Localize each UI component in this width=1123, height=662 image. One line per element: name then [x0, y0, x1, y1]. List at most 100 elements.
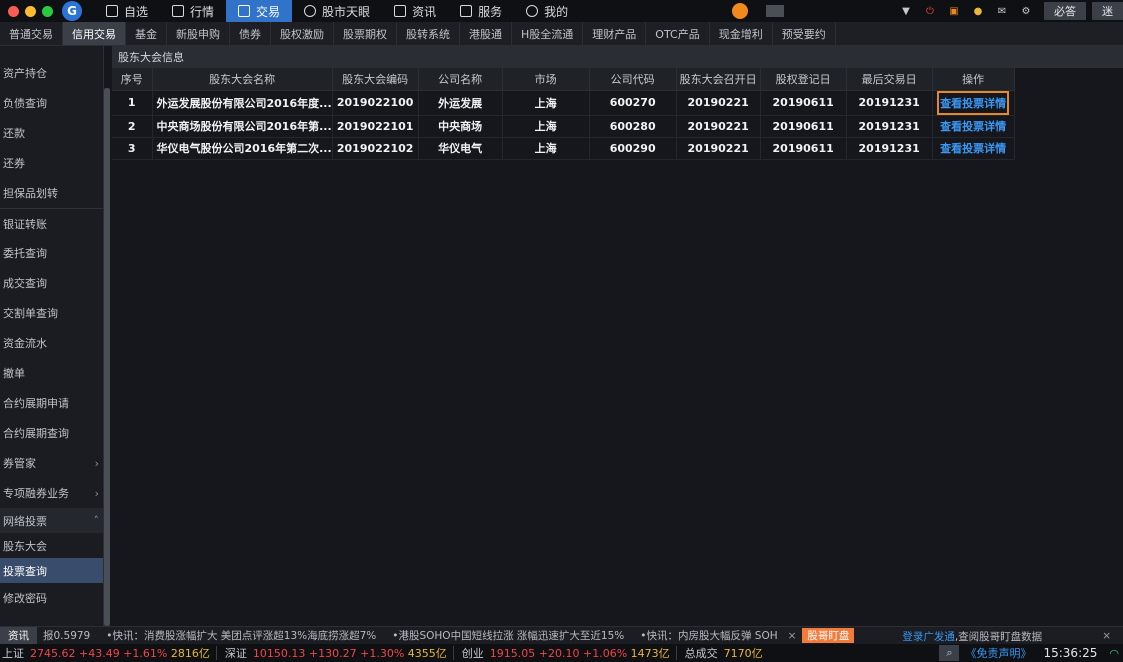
chevron-down-icon[interactable]: ▼: [899, 4, 913, 18]
cell-meeting-code: 2019022102: [332, 137, 419, 160]
tab-fund[interactable]: 基金: [126, 22, 167, 45]
tab-hk-connect[interactable]: 港股通: [460, 22, 512, 45]
cell-last-trade: 20191231: [846, 90, 933, 116]
avatar[interactable]: [732, 3, 748, 19]
nav-label: 资讯: [412, 4, 437, 19]
chart-icon: [172, 5, 185, 17]
cell-last-trade: 20191231: [846, 137, 933, 160]
mail-icon[interactable]: ✉: [995, 4, 1009, 18]
cell-meeting-name: 外运发展股份有限公司2016年度...: [152, 90, 333, 116]
tab-neeq[interactable]: 股转系统: [397, 22, 460, 45]
sidebar-item-fund-flow[interactable]: 资金流水: [0, 328, 103, 358]
sidebar-item-bank-transfer[interactable]: 银证转账: [0, 208, 103, 238]
sidebar-item-shareholder-meeting[interactable]: 股东大会: [0, 533, 103, 558]
nav-news[interactable]: 资讯: [382, 0, 448, 22]
nav-label: 交易: [256, 4, 281, 19]
sidebar-item-collateral-transfer[interactable]: 担保品划转: [0, 178, 103, 208]
divider: [452, 646, 454, 660]
tab-h-share[interactable]: H股全流通: [512, 22, 584, 45]
nav-trade[interactable]: 交易: [226, 0, 293, 22]
sidebar-item-repay[interactable]: 还款: [0, 118, 103, 148]
minimize-window-button[interactable]: [25, 5, 36, 17]
search-icon[interactable]: ⌕: [939, 645, 960, 661]
col-no: 序号: [112, 68, 153, 91]
scrollbar-thumb[interactable]: [104, 88, 110, 626]
login-link[interactable]: 登录广发通: [902, 629, 955, 644]
view-vote-detail-link[interactable]: 查看投票详情: [937, 90, 1010, 114]
tab-otc[interactable]: OTC产品: [646, 22, 710, 45]
disclaimer-link[interactable]: 《免责声明》: [965, 645, 1031, 661]
eye-icon: [304, 5, 317, 17]
cell-stock-code: 600270: [589, 90, 677, 116]
close-window-button[interactable]: [8, 5, 19, 17]
mini-button[interactable]: 迷: [1092, 2, 1123, 20]
nav-market[interactable]: 行情: [160, 0, 226, 22]
sidebar-item-assets[interactable]: 资产持仓: [0, 58, 103, 88]
ticker-item[interactable]: 报0.5979: [43, 628, 90, 643]
tab-tender-offer[interactable]: 预受要约: [773, 22, 836, 45]
sidebar-item-return-stock[interactable]: 还券: [0, 148, 103, 178]
nav-service[interactable]: 服务: [448, 0, 514, 22]
tab-bond[interactable]: 债券: [230, 22, 271, 45]
nav-sky-eye[interactable]: 股市天眼: [292, 0, 382, 22]
tab-wealth[interactable]: 理财产品: [583, 22, 647, 45]
nav-watchlist[interactable]: 自选: [94, 0, 160, 22]
meeting-table: 序号 股东大会名称 股东大会编码 公司名称 市场 公司代码 股东大会召开日 股权…: [112, 68, 1015, 160]
stock-watch-badge[interactable]: 股哥盯盘: [802, 628, 855, 643]
cell-no: 3: [112, 137, 153, 160]
sidebar-item-settlement-query[interactable]: 交割单查询: [0, 298, 103, 328]
badge-icon[interactable]: ●: [971, 4, 985, 18]
sidebar-item-debt[interactable]: 负债查询: [0, 88, 103, 118]
sidebar-group-online-voting[interactable]: 网络投票 ˄: [0, 508, 103, 533]
chevron-up-icon: ˄: [93, 514, 100, 527]
sidebar-scrollbar[interactable]: [104, 88, 110, 626]
sidebar-item-special-lending[interactable]: 专项融券业务 ›: [0, 478, 103, 508]
ticker-item[interactable]: •港股SOHO中国短线拉涨 涨幅迅速扩大至近15%: [392, 628, 624, 643]
wifi-icon: ◠: [1109, 646, 1119, 660]
tab-credit-trade[interactable]: 信用交易: [63, 22, 126, 45]
sidebar-item-change-password[interactable]: 修改密码: [0, 583, 103, 613]
lock-icon[interactable]: ▣: [947, 4, 961, 18]
close-icon[interactable]: ×: [788, 630, 797, 642]
sidebar: 资产持仓 负债查询 还款 还券 担保品划转 银证转账 委托查询 成交查询 交割单…: [0, 46, 104, 626]
ticker-item[interactable]: •快讯：消费股涨幅扩大 美团点评涨超13%海底捞涨超7%: [106, 628, 376, 643]
table-row[interactable]: 1 外运发展股份有限公司2016年度... 2019022100 外运发展 上海…: [112, 90, 1015, 116]
tab-cash-plus[interactable]: 现金增利: [710, 22, 773, 45]
maximize-window-button[interactable]: [42, 5, 53, 17]
gear-icon[interactable]: ⚙: [1019, 4, 1033, 18]
cell-meeting-code: 2019022100: [332, 90, 419, 116]
tab-stock-options[interactable]: 股票期权: [334, 22, 397, 45]
nav-mine[interactable]: 我的: [514, 0, 580, 22]
app-logo: G: [62, 1, 82, 21]
tab-equity-incentive[interactable]: 股权激励: [271, 22, 334, 45]
tab-normal-trade[interactable]: 普通交易: [0, 22, 63, 45]
sidebar-item-extension-apply[interactable]: 合约展期申请: [0, 388, 103, 418]
view-vote-detail-link[interactable]: 查看投票详情: [938, 138, 1008, 158]
sidebar-item-extension-query[interactable]: 合约展期查询: [0, 418, 103, 448]
col-meeting-code: 股东大会编码: [332, 68, 419, 91]
table-row[interactable]: 2 中央商场股份有限公司2016年第... 2019022101 中央商场 上海…: [112, 115, 1015, 138]
answer-button[interactable]: 必答: [1044, 2, 1086, 20]
ticker-item[interactable]: •快讯：内房股大幅反弹 SOH: [640, 628, 777, 643]
nav-label: 股市天眼: [322, 4, 371, 19]
col-market: 市场: [502, 68, 590, 91]
cell-meeting-code: 2019022101: [332, 115, 419, 138]
sidebar-item-label: 网络投票: [3, 514, 47, 528]
news-ticker: 资讯 报0.5979 •快讯：消费股涨幅扩大 美团点评涨超13%海底捞涨超7% …: [0, 626, 1123, 644]
sidebar-item-vote-query[interactable]: 投票查询: [0, 558, 103, 583]
sidebar-item-stock-manager[interactable]: 券管家 ›: [0, 448, 103, 478]
account-selector[interactable]: [766, 5, 784, 17]
power-icon[interactable]: ⏻: [923, 4, 937, 18]
ticker-label[interactable]: 资讯: [0, 627, 37, 644]
view-vote-detail-link[interactable]: 查看投票详情: [938, 116, 1008, 136]
table-row[interactable]: 3 华仪电气股份公司2016年第二次... 2019022102 华仪电气 上海…: [112, 137, 1015, 160]
sidebar-item-order-query[interactable]: 委托查询: [0, 238, 103, 268]
nav-label: 服务: [478, 4, 503, 19]
tab-ipo[interactable]: 新股申购: [167, 22, 230, 45]
sidebar-clipped-item: [0, 46, 103, 58]
divider: [675, 646, 677, 660]
sidebar-item-cancel-order[interactable]: 撤单: [0, 358, 103, 388]
chevron-right-icon: ›: [94, 456, 99, 470]
close-icon[interactable]: ×: [1102, 630, 1111, 642]
sidebar-item-deal-query[interactable]: 成交查询: [0, 268, 103, 298]
